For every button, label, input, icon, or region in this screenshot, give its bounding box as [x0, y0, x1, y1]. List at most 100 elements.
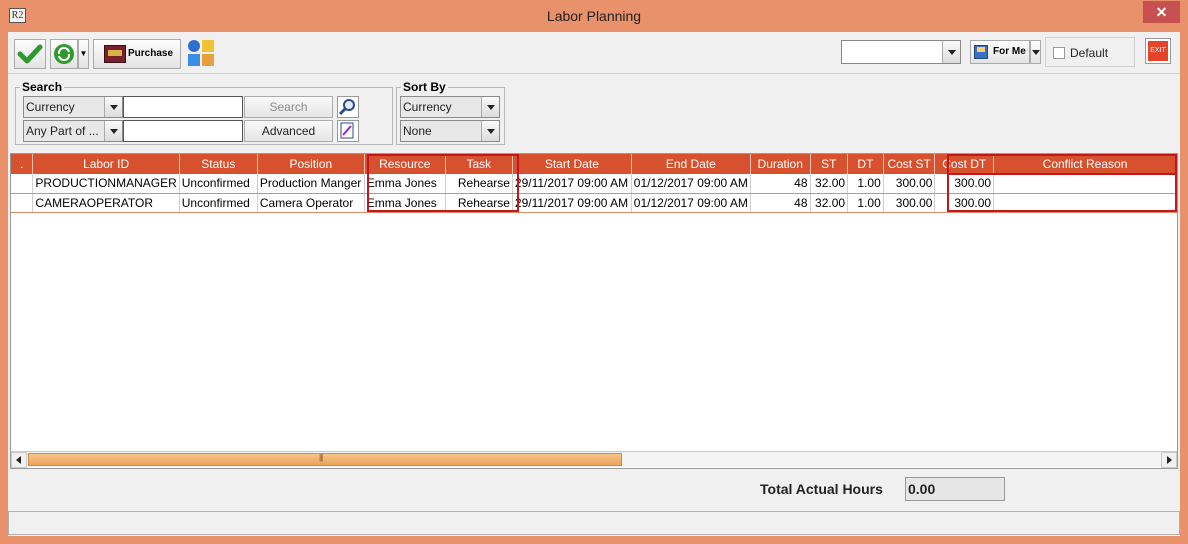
cell-labor-id[interactable]: CAMERAOPERATOR [32, 193, 180, 213]
chevron-down-icon[interactable] [104, 97, 122, 117]
chevron-down-icon[interactable] [481, 121, 499, 141]
col-conflict-reason[interactable]: Conflict Reason [993, 154, 1177, 174]
cell-dt[interactable]: 1.00 [847, 193, 884, 213]
cell-cost-st[interactable]: 300.00 [883, 193, 936, 213]
col-position[interactable]: Position [257, 154, 365, 174]
search-button[interactable]: Search [244, 96, 333, 118]
col-st[interactable]: ST [810, 154, 849, 174]
cell-resource[interactable]: Emma Jones [364, 193, 446, 213]
travel-button[interactable] [188, 39, 216, 69]
meal-icon [202, 54, 214, 66]
search-field-combo[interactable]: Currency [23, 96, 123, 118]
cell-cost-dt[interactable]: 300.00 [934, 193, 995, 213]
col-marker[interactable]: . [11, 154, 34, 174]
col-dt[interactable]: DT [847, 154, 884, 174]
plane-icon [188, 54, 200, 66]
scrollbar-thumb[interactable] [28, 453, 622, 466]
labor-table: . Labor ID Status Position Resource Task… [11, 154, 1177, 213]
cell-position[interactable]: Production Manger [257, 174, 365, 194]
toolbar: ▼ Purchase For Me Default EXIT [8, 32, 1180, 74]
sort-group: Sort By Currency None [396, 80, 505, 145]
advanced-search-icon-button[interactable] [337, 120, 359, 142]
search-field-combo-value: Currency [26, 100, 75, 114]
chevron-down-icon[interactable] [104, 121, 122, 141]
col-resource[interactable]: Resource [364, 154, 446, 174]
cell-st[interactable]: 32.00 [810, 193, 849, 213]
scroll-right-icon[interactable] [1161, 452, 1177, 468]
table-row[interactable]: PRODUCTIONMANAGER Unconfirmed Production… [11, 174, 1177, 194]
for-me-label: For Me [993, 46, 1026, 57]
save-button[interactable] [14, 39, 46, 69]
cell-dt[interactable]: 1.00 [847, 174, 884, 194]
scroll-left-icon[interactable] [11, 452, 27, 468]
cell-cost-dt[interactable]: 300.00 [934, 174, 995, 194]
col-cost-dt[interactable]: Cost DT [934, 154, 995, 174]
floppy-disk-icon [974, 45, 988, 59]
sort-primary-combo[interactable]: Currency [400, 96, 500, 118]
cell-cost-st[interactable]: 300.00 [883, 174, 936, 194]
checkmark-icon [17, 44, 43, 64]
col-labor-id[interactable]: Labor ID [32, 154, 180, 174]
window-client: ▼ Purchase For Me Default EXIT Search Cu… [8, 32, 1180, 536]
cell-task[interactable]: Rehearse [445, 174, 513, 194]
cell-duration[interactable]: 48 [750, 193, 811, 213]
cell-conflict-reason[interactable] [993, 174, 1177, 194]
chevron-down-icon: ▼ [79, 49, 88, 58]
purchase-button[interactable]: Purchase [93, 39, 181, 69]
labor-grid[interactable]: . Labor ID Status Position Resource Task… [10, 153, 1178, 469]
table-row[interactable]: CAMERAOPERATOR Unconfirmed Camera Operat… [11, 193, 1177, 213]
title-bar: R2 Labor Planning ✕ [0, 0, 1188, 32]
exit-button[interactable]: EXIT [1145, 38, 1171, 64]
col-task[interactable]: Task [445, 154, 513, 174]
magnifier-icon [338, 99, 355, 116]
chevron-down-icon[interactable] [481, 97, 499, 117]
match-mode-combo-value: Any Part of ... [26, 124, 99, 138]
cell-position[interactable]: Camera Operator [257, 193, 365, 213]
refresh-button[interactable] [50, 39, 78, 69]
layout-combo[interactable] [841, 40, 961, 64]
cell-duration[interactable]: 48 [750, 174, 811, 194]
cell-labor-id[interactable]: PRODUCTIONMANAGER [32, 174, 180, 194]
col-status[interactable]: Status [179, 154, 258, 174]
for-me-dropdown-button[interactable] [1030, 40, 1041, 64]
for-me-button[interactable]: For Me [970, 40, 1030, 64]
match-value-input[interactable] [123, 120, 243, 142]
cell-conflict-reason[interactable] [993, 193, 1177, 213]
advanced-button[interactable]: Advanced [244, 120, 333, 142]
cell-status[interactable]: Unconfirmed [179, 174, 258, 194]
taxi-icon [202, 40, 214, 52]
cell-resource[interactable]: Emma Jones [364, 174, 446, 194]
col-cost-st[interactable]: Cost ST [883, 154, 936, 174]
close-button[interactable]: ✕ [1143, 1, 1180, 23]
col-duration[interactable]: Duration [750, 154, 811, 174]
exit-icon: EXIT [1148, 41, 1168, 61]
horizontal-scrollbar[interactable] [11, 451, 1177, 468]
cell-status[interactable]: Unconfirmed [179, 193, 258, 213]
sort-group-title: Sort By [401, 80, 448, 94]
cell-marker[interactable] [11, 174, 34, 194]
cell-st[interactable]: 32.00 [810, 174, 849, 194]
cell-end-date[interactable]: 01/12/2017 09:00 AM [631, 174, 751, 194]
search-value-input[interactable] [123, 96, 243, 118]
default-checkbox[interactable] [1053, 47, 1065, 59]
purchase-label: Purchase [128, 48, 174, 59]
cell-end-date[interactable]: 01/12/2017 09:00 AM [631, 193, 751, 213]
status-bar [8, 511, 1180, 535]
sort-secondary-value: None [403, 124, 432, 138]
find-button[interactable] [337, 96, 359, 118]
chevron-down-icon[interactable] [942, 41, 960, 63]
cell-start-date[interactable]: 29/11/2017 09:00 AM [512, 193, 632, 213]
default-label: Default [1070, 46, 1109, 60]
sort-secondary-combo[interactable]: None [400, 120, 500, 142]
table-header-row: . Labor ID Status Position Resource Task… [11, 154, 1177, 174]
search-group: Search Currency Any Part of ... Search A… [15, 80, 393, 145]
purchase-icon [104, 45, 126, 63]
col-start-date[interactable]: Start Date [512, 154, 632, 174]
col-end-date[interactable]: End Date [631, 154, 751, 174]
cell-task[interactable]: Rehearse [445, 193, 513, 213]
refresh-icon [54, 44, 74, 64]
refresh-dropdown-button[interactable]: ▼ [78, 39, 89, 69]
cell-start-date[interactable]: 29/11/2017 09:00 AM [512, 174, 632, 194]
match-mode-combo[interactable]: Any Part of ... [23, 120, 123, 142]
cell-marker[interactable] [11, 193, 34, 213]
